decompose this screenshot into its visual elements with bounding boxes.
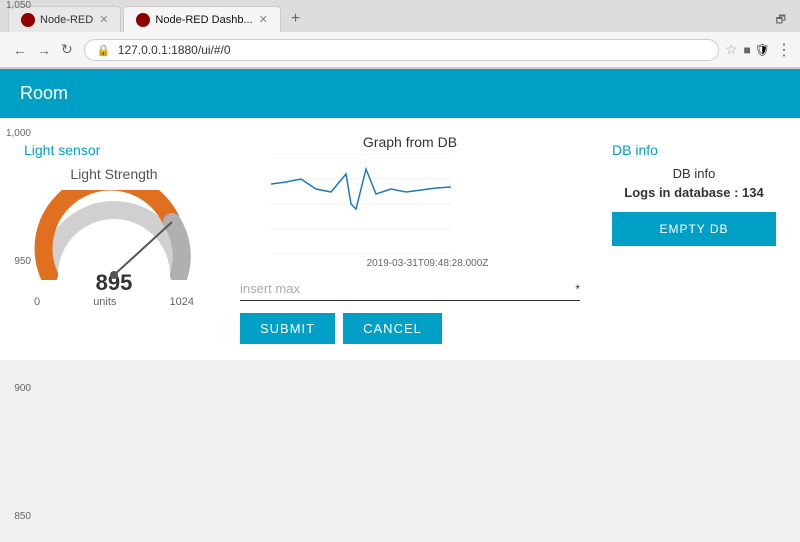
tab-label-dashboard: Node-RED Dashb... bbox=[155, 14, 252, 26]
gauge-svg bbox=[34, 190, 194, 280]
y-axis: 1,050 1,000 950 900 850 bbox=[0, 0, 35, 522]
db-info-panel: DB info DB info Logs in database : 134 E… bbox=[604, 134, 784, 344]
gauge-max: 1024 bbox=[170, 296, 194, 308]
url-bar[interactable]: 🔒 127.0.0.1:1880/ui/#/0 bbox=[84, 39, 719, 61]
tab-close-node-red[interactable]: ✕ bbox=[99, 13, 108, 26]
main-content: Light sensor Light Strength 895 bbox=[0, 118, 800, 360]
submit-button[interactable]: SUBMIT bbox=[240, 313, 335, 344]
graph-title: Graph from DB bbox=[236, 134, 584, 150]
gauge-container: Light Strength 895 0 units bbox=[24, 166, 204, 308]
y-label-2: 950 bbox=[0, 256, 31, 267]
tab-dashboard[interactable]: Node-RED Dashb... ✕ bbox=[123, 6, 280, 32]
x-label: 2019-03-31T09:48:28.000Z bbox=[271, 258, 584, 269]
db-info-label: DB info bbox=[612, 166, 776, 181]
gauge-wrapper bbox=[34, 190, 194, 280]
new-tab-button[interactable]: + bbox=[283, 6, 308, 32]
tab-label-node-red: Node-RED bbox=[40, 14, 93, 26]
cancel-button[interactable]: CANCEL bbox=[343, 313, 442, 344]
forward-button[interactable]: → bbox=[32, 40, 56, 60]
graph-panel: Graph from DB 1,050 1,000 950 900 850 bbox=[236, 134, 584, 269]
y-label-0: 1,050 bbox=[0, 0, 31, 11]
empty-db-button[interactable]: EMPTY DB bbox=[612, 212, 776, 246]
bookmark-star-icon[interactable]: ☆ bbox=[725, 41, 738, 58]
y-label-1: 1,000 bbox=[0, 128, 31, 139]
app-header: Room bbox=[0, 69, 800, 118]
tab-close-dashboard[interactable]: ✕ bbox=[259, 13, 268, 26]
db-logs-count: Logs in database : 134 bbox=[612, 185, 776, 200]
required-star: * bbox=[575, 282, 580, 296]
extension-icon-1[interactable]: ■ bbox=[744, 43, 751, 57]
y-label-4: 850 bbox=[0, 511, 31, 522]
tab-icon-dashboard bbox=[136, 13, 150, 27]
gauge-units: units bbox=[93, 296, 116, 308]
tab-bar: Node-RED ✕ Node-RED Dashb... ✕ + 🗗 bbox=[0, 0, 800, 32]
url-text: 127.0.0.1:1880/ui/#/0 bbox=[118, 43, 231, 57]
browser-menu-icon[interactable]: ⋮ bbox=[776, 40, 792, 60]
light-sensor-panel: Light sensor Light Strength 895 bbox=[16, 134, 216, 344]
window-controls: 🗗 bbox=[770, 9, 792, 32]
form-buttons: SUBMIT CANCEL bbox=[240, 313, 580, 344]
graph-container: 1,050 1,000 950 900 850 bbox=[236, 154, 584, 254]
refresh-button[interactable]: ↻ bbox=[56, 39, 78, 60]
light-sensor-title: Light sensor bbox=[24, 142, 208, 158]
extension-icon-2[interactable]: 🛡 bbox=[755, 43, 770, 57]
browser-chrome: Node-RED ✕ Node-RED Dashb... ✕ + 🗗 ← → ↻… bbox=[0, 0, 800, 69]
insert-max-input[interactable] bbox=[240, 281, 573, 296]
gauge-numbers: 0 units 1024 bbox=[34, 296, 194, 308]
form-input-row: * bbox=[240, 281, 580, 301]
lock-icon: 🔒 bbox=[97, 45, 111, 57]
chart-svg bbox=[271, 154, 451, 254]
y-label-3: 900 bbox=[0, 383, 31, 394]
graph-form-panel: Graph from DB 1,050 1,000 950 900 850 bbox=[236, 134, 584, 344]
form-area: * SUBMIT CANCEL bbox=[236, 281, 584, 344]
db-info-title: DB info bbox=[612, 142, 776, 158]
address-bar: ← → ↻ 🔒 127.0.0.1:1880/ui/#/0 ☆ ■ 🛡 ⋮ bbox=[0, 32, 800, 68]
gauge-label: Light Strength bbox=[24, 166, 204, 182]
